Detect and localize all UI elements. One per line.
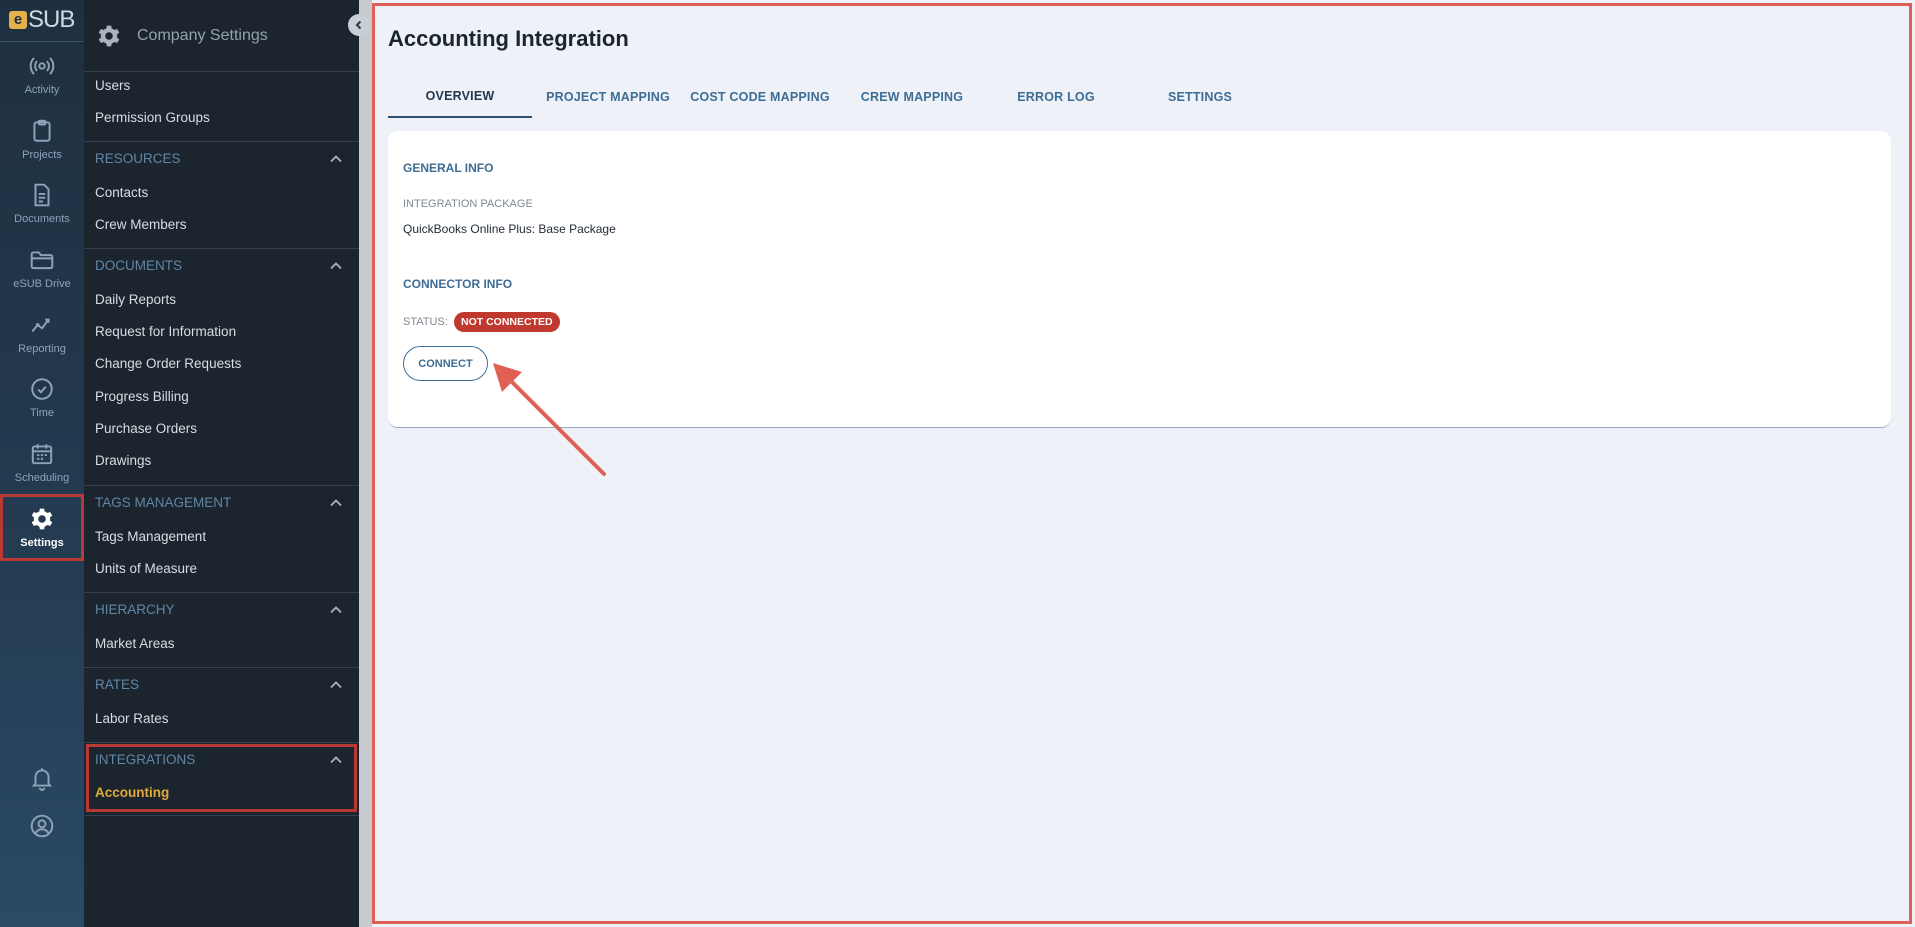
chart-icon: [31, 318, 50, 332]
esub-logo[interactable]: e SUB: [9, 6, 75, 33]
rail-item-scheduling[interactable]: Scheduling: [0, 432, 84, 492]
sidebar-item-purchase-orders[interactable]: Purchase Orders: [95, 421, 197, 436]
gear-icon: [98, 25, 120, 46]
section-documents[interactable]: DOCUMENTS: [84, 248, 359, 281]
chevron-up-icon[interactable]: [329, 496, 343, 510]
sidebar-header: Company Settings: [84, 0, 359, 72]
sidebar-title: Company Settings: [137, 26, 268, 44]
rail-item-esub-drive[interactable]: eSUB Drive: [0, 238, 84, 298]
rail-label: Documents: [14, 212, 70, 225]
logo-text: SUB: [28, 6, 75, 33]
settings-highlight: [0, 494, 84, 561]
calendar-icon: [31, 443, 53, 464]
rail-label: eSUB Drive: [13, 277, 71, 290]
sidebar-gutter: [359, 0, 372, 927]
document-icon: [34, 183, 50, 206]
folder-icon: [30, 250, 54, 269]
rail-label: Time: [29, 406, 55, 419]
user-icon: [30, 814, 54, 838]
sidebar-item-progress-billing[interactable]: Progress Billing: [95, 389, 189, 404]
chevron-left-icon: [355, 20, 362, 30]
tab-settings[interactable]: SETTINGS: [1124, 76, 1276, 118]
section-rates[interactable]: RATES: [84, 667, 359, 700]
sidebar-item-daily-reports[interactable]: Daily Reports: [95, 292, 176, 307]
integration-package-label: INTEGRATION PACKAGE: [403, 198, 533, 210]
section-title: TAGS MANAGEMENT: [95, 495, 232, 510]
chevron-up-icon[interactable]: [329, 753, 343, 767]
activity-icon: [29, 56, 55, 75]
rail-divider: [0, 41, 84, 42]
chevron-up-icon[interactable]: [329, 259, 343, 273]
section-title: HIERARCHY: [95, 602, 175, 617]
sidebar-item-market-areas[interactable]: Market Areas: [95, 636, 175, 651]
rail-item-reporting[interactable]: Reporting: [0, 303, 84, 363]
page-title: Accounting Integration: [388, 26, 629, 51]
settings-sidebar: Company Settings Users Permission Groups…: [84, 0, 359, 927]
sidebar-item-request-for-information[interactable]: Request for Information: [95, 324, 236, 339]
rail-item-activity[interactable]: Activity: [0, 44, 84, 104]
connector-info-title: CONNECTOR INFO: [403, 277, 513, 291]
icon-rail: e SUB Activity Projects Documents eSUB D…: [0, 0, 84, 927]
chevron-up-icon[interactable]: [329, 603, 343, 617]
profile-button[interactable]: [0, 806, 84, 846]
section-tags-management[interactable]: TAGS MANAGEMENT: [84, 485, 359, 518]
tab-error-log[interactable]: ERROR LOG: [988, 76, 1124, 118]
rail-label: Reporting: [18, 342, 66, 355]
section-title: INTEGRATIONS: [95, 752, 196, 767]
status-label: STATUS:: [403, 316, 448, 328]
section-integrations[interactable]: INTEGRATIONS: [84, 742, 359, 775]
connect-button[interactable]: CONNECT: [403, 346, 488, 381]
sidebar-divider: [84, 815, 359, 816]
sidebar-item-accounting[interactable]: Accounting: [95, 785, 169, 800]
clipboard-icon: [33, 119, 51, 142]
sidebar-item-units-of-measure[interactable]: Units of Measure: [95, 561, 197, 576]
section-title: RATES: [95, 677, 140, 692]
section-resources[interactable]: RESOURCES: [84, 141, 359, 174]
sidebar-item-drawings[interactable]: Drawings: [95, 453, 151, 468]
sidebar-item-change-order-requests[interactable]: Change Order Requests: [95, 356, 241, 371]
clock-icon: [31, 377, 53, 400]
sidebar-item-users[interactable]: Users: [95, 78, 130, 93]
chevron-up-icon[interactable]: [329, 678, 343, 692]
sidebar-item-tags-management[interactable]: Tags Management: [95, 529, 206, 544]
main-content: Accounting Integration OVERVIEW PROJECT …: [372, 3, 1912, 924]
section-hierarchy[interactable]: HIERARCHY: [84, 592, 359, 625]
rail-label: Activity: [24, 83, 60, 96]
rail-label: Scheduling: [14, 471, 70, 484]
tab-crew-mapping[interactable]: CREW MAPPING: [836, 76, 988, 118]
sidebar-item-contacts[interactable]: Contacts: [95, 185, 148, 200]
section-title: DOCUMENTS: [95, 258, 182, 273]
general-info-title: GENERAL INFO: [403, 161, 494, 175]
rail-item-projects[interactable]: Projects: [0, 109, 84, 169]
notifications-button[interactable]: [0, 758, 84, 798]
logo-mark: e: [9, 11, 27, 29]
integration-package-value: QuickBooks Online Plus: Base Package: [403, 222, 616, 236]
chevron-up-icon[interactable]: [329, 152, 343, 166]
rail-item-settings[interactable]: Settings: [0, 494, 84, 561]
rail-label: Projects: [22, 148, 62, 161]
section-title: RESOURCES: [95, 151, 181, 166]
rail-item-documents[interactable]: Documents: [0, 173, 84, 233]
tab-cost-code-mapping[interactable]: COST CODE MAPPING: [684, 76, 836, 118]
status-badge: NOT CONNECTED: [454, 312, 560, 332]
sidebar-item-permission-groups[interactable]: Permission Groups: [95, 110, 210, 125]
rail-item-time[interactable]: Time: [0, 367, 84, 427]
tab-project-mapping[interactable]: PROJECT MAPPING: [532, 76, 684, 118]
sidebar-item-labor-rates[interactable]: Labor Rates: [95, 711, 169, 726]
collapse-sidebar-button[interactable]: [348, 14, 370, 36]
sidebar-item-crew-members[interactable]: Crew Members: [95, 217, 187, 232]
bell-icon: [31, 768, 53, 791]
tab-overview[interactable]: OVERVIEW: [388, 76, 532, 118]
overview-card: GENERAL INFO INTEGRATION PACKAGE QuickBo…: [388, 131, 1891, 428]
